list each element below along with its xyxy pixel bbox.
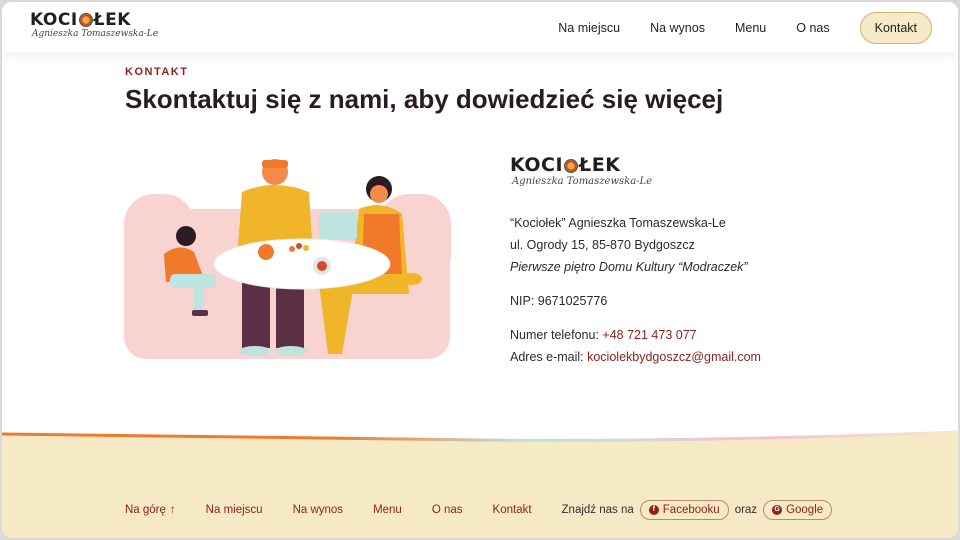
find-us-label: Znajdź nas na	[561, 504, 634, 516]
email-link[interactable]: kociolekbydgoszcz@gmail.com	[587, 350, 761, 364]
footer-link-menu[interactable]: Menu	[373, 504, 402, 516]
email-row: Adres e-mail: kociolekbydgoszcz@gmail.co…	[510, 346, 840, 368]
arrow-up-icon: ↑	[169, 504, 176, 516]
footer-link-kontakt[interactable]: Kontakt	[493, 504, 532, 516]
main-nav: Na miejscu Na wynos Menu O nas Kontakt	[528, 12, 932, 44]
phone-link[interactable]: +48 721 473 077	[602, 328, 696, 342]
site-logo[interactable]: KOCI ŁEK Agnieszka Tomaszewska-Le	[30, 10, 159, 43]
footer-link-na-miejscu[interactable]: Na miejscu	[206, 504, 263, 516]
footer-nav: Na górę ↑ Na miejscu Na wynos Menu O nas …	[125, 500, 838, 520]
location-note: Pierwsze piętro Domu Kultury “Modraczek”	[510, 260, 748, 274]
email-label: Adres e-mail:	[510, 350, 588, 364]
facebook-link[interactable]: f Facebooku	[639, 500, 729, 520]
browser-viewport: KOCI ŁEK Agnieszka Tomaszewska-Le Na miej…	[2, 2, 958, 538]
logo-word-left: KOCI	[30, 10, 78, 30]
footer-wave-divider	[2, 430, 958, 442]
back-to-top-link[interactable]: Na górę ↑	[125, 504, 176, 516]
contact-logo-word-right: ŁEK	[579, 154, 621, 176]
contact-logo: KOCI ŁEK Agnieszka Tomaszewska-Le	[510, 154, 840, 194]
family-dinner-illustration	[124, 159, 451, 359]
nav-na-wynos[interactable]: Na wynos	[650, 21, 705, 35]
or-label: oraz	[734, 504, 758, 516]
logo-script: Agnieszka Tomaszewska-Le	[32, 29, 159, 39]
site-header: KOCI ŁEK Agnieszka Tomaszewska-Le Na miej…	[2, 2, 958, 52]
pot-logo-icon	[78, 13, 93, 27]
google-link[interactable]: G Google	[763, 500, 833, 520]
company-name: “Kociołek” Agnieszka Tomaszewska-Le	[510, 216, 726, 230]
nav-na-miejscu[interactable]: Na miejscu	[558, 21, 620, 35]
contact-button[interactable]: Kontakt	[859, 12, 932, 44]
address: ul. Ogrody 15, 85-870 Bydgoszcz	[510, 238, 695, 252]
nip: NIP: 9671025776	[510, 294, 608, 308]
phone-label: Numer telefonu:	[510, 328, 603, 342]
back-to-top-label: Na górę	[125, 504, 166, 516]
section-eyebrow: KONTAKT	[125, 66, 189, 78]
google-icon: G	[772, 505, 783, 515]
nav-o-nas[interactable]: O nas	[796, 21, 829, 35]
site-footer	[2, 430, 958, 538]
facebook-icon: f	[648, 505, 659, 515]
contact-logo-word-left: KOCI	[510, 154, 564, 176]
google-label: Google	[786, 504, 824, 516]
footer-link-o-nas[interactable]: O nas	[432, 504, 463, 516]
logo-word-right: ŁEK	[93, 10, 131, 30]
nav-menu[interactable]: Menu	[735, 21, 766, 35]
contact-details: KOCI ŁEK Agnieszka Tomaszewska-Le “Kocioł…	[510, 154, 840, 368]
contact-logo-script: Agnieszka Tomaszewska-Le	[512, 176, 653, 187]
phone-row: Numer telefonu: +48 721 473 077	[510, 324, 840, 346]
footer-link-na-wynos[interactable]: Na wynos	[293, 504, 344, 516]
pot-logo-icon	[564, 159, 579, 173]
facebook-label: Facebooku	[662, 504, 720, 516]
page-title: Skontaktuj się z nami, aby dowiedzieć si…	[125, 84, 724, 114]
